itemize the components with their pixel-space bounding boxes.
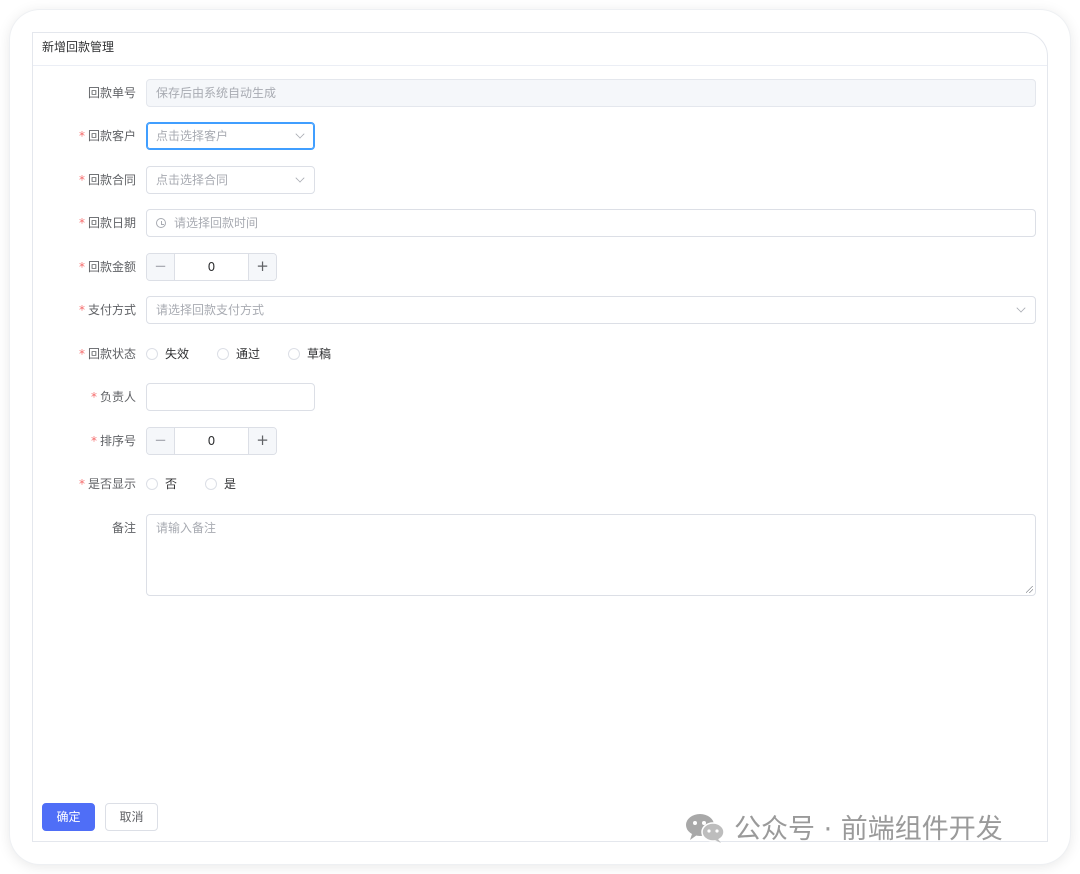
amount-increase-button[interactable]: +: [248, 254, 276, 280]
form-row-owner: * 负责人: [33, 383, 1047, 411]
sort-value[interactable]: 0: [175, 428, 248, 454]
radio-circle: [146, 348, 158, 360]
form-row-payment-method: * 支付方式 请选择回款支付方式: [33, 296, 1047, 324]
sort-decrease-button[interactable]: −: [147, 428, 175, 454]
visible-radio-no[interactable]: 否: [146, 470, 177, 498]
customer-select[interactable]: 点击选择客户: [146, 122, 315, 150]
radio-circle: [288, 348, 300, 360]
status-radio-approved[interactable]: 通过: [217, 340, 260, 368]
sort-label: * 排序号: [90, 434, 136, 448]
form-row-date: * 回款日期 请选择回款时间: [33, 209, 1047, 237]
owner-label: * 负责人: [90, 390, 136, 404]
radio-circle: [146, 478, 158, 490]
form-row-status: * 回款状态 失效 通过 草稿: [33, 340, 1047, 368]
form-row-remark: 备注 请输入备注: [33, 514, 1047, 596]
clock-icon: [156, 218, 166, 228]
form-row-sort: * 排序号 − 0 +: [33, 427, 1047, 455]
contract-label: * 回款合同: [78, 173, 136, 187]
cancel-button[interactable]: 取消: [105, 803, 158, 831]
radio-circle: [217, 348, 229, 360]
receipt-no-input: 保存后由系统自动生成: [146, 79, 1036, 107]
form-row-amount: * 回款金额 − 0 +: [33, 253, 1047, 281]
status-radio-draft[interactable]: 草稿: [288, 340, 331, 368]
amount-decrease-button[interactable]: −: [147, 254, 175, 280]
receipt-no-label: 回款单号: [87, 86, 136, 100]
radio-circle: [205, 478, 217, 490]
confirm-button[interactable]: 确定: [42, 803, 95, 831]
remark-textarea[interactable]: 请输入备注: [146, 514, 1036, 596]
payment-method-select[interactable]: 请选择回款支付方式: [146, 296, 1036, 324]
dialog-title: 新增回款管理: [33, 33, 1047, 66]
form-row-contract: * 回款合同 点击选择合同: [33, 166, 1047, 194]
visible-radio-yes[interactable]: 是: [205, 470, 236, 498]
chevron-down-icon: [1016, 303, 1026, 313]
customer-label: * 回款客户: [78, 129, 136, 143]
amount-label: * 回款金额: [78, 260, 136, 274]
sort-increase-button[interactable]: +: [248, 428, 276, 454]
form-row-visible: * 是否显示 否 是: [33, 470, 1047, 498]
form-row-receipt-no: 回款单号 保存后由系统自动生成: [33, 79, 1047, 107]
watermark: 公众号 · 前端组件开发: [684, 810, 1003, 850]
date-label: * 回款日期: [78, 216, 136, 230]
remark-label: 备注: [111, 521, 136, 535]
status-radio-invalid[interactable]: 失效: [146, 340, 189, 368]
payment-method-label: * 支付方式: [78, 303, 136, 317]
form-row-customer: * 回款客户 点击选择客户: [33, 122, 1047, 150]
wechat-icon: [684, 812, 726, 856]
amount-stepper: − 0 +: [146, 253, 277, 281]
chevron-down-icon: [295, 129, 305, 139]
owner-input[interactable]: [146, 383, 315, 411]
amount-value[interactable]: 0: [175, 254, 248, 280]
sort-stepper: − 0 +: [146, 427, 277, 455]
add-receipt-dialog: 新增回款管理 回款单号 保存后由系统自动生成 * 回款客户 点击选择客户 * 回款合…: [32, 32, 1048, 842]
date-picker[interactable]: 请选择回款时间: [146, 209, 1036, 237]
contract-select[interactable]: 点击选择合同: [146, 166, 315, 194]
resize-handle[interactable]: [1026, 586, 1033, 593]
status-label: * 回款状态: [78, 347, 136, 361]
chevron-down-icon: [295, 173, 305, 183]
visible-label: * 是否显示: [78, 477, 136, 491]
